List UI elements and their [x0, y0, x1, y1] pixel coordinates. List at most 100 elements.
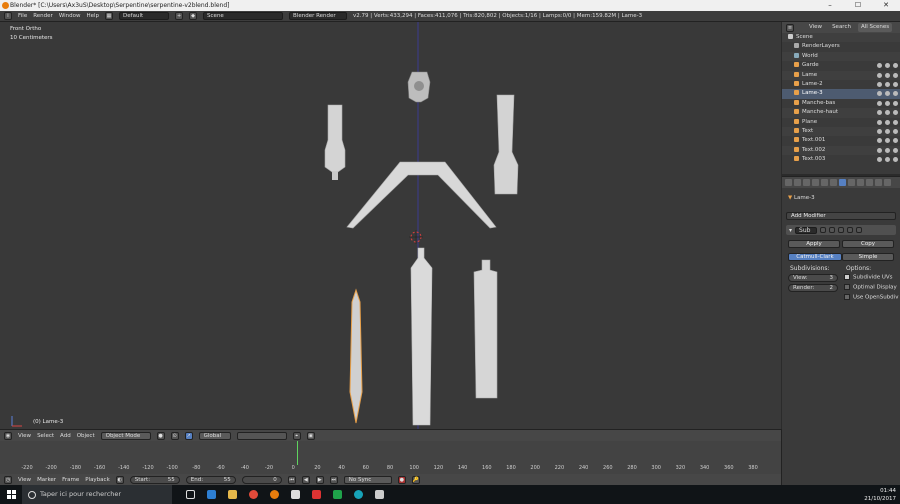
current-frame-field[interactable]: 0: [241, 475, 282, 484]
windows-start-icon[interactable]: [7, 490, 16, 499]
material-tab-icon[interactable]: [857, 179, 864, 186]
physics-tab-icon[interactable]: [884, 179, 891, 186]
visibility-toggles[interactable]: [877, 91, 898, 97]
viewport-shading-icon[interactable]: ●: [156, 431, 165, 440]
close-button[interactable]: ✕: [872, 0, 900, 11]
render-engine-selector[interactable]: Blender Render: [289, 12, 348, 20]
visibility-toggles[interactable]: [877, 138, 898, 144]
clock-time[interactable]: 01:44: [864, 487, 896, 495]
scene-icon[interactable]: ◆: [189, 12, 198, 20]
visibility-toggles[interactable]: [877, 110, 898, 116]
simple-button[interactable]: Simple: [842, 253, 894, 261]
edit-mode-toggle-icon[interactable]: [820, 227, 827, 233]
object-tab-icon[interactable]: [821, 179, 828, 186]
3d-viewport[interactable]: Front Ortho 10 Centimeters (0) Lame-3: [0, 22, 781, 429]
collapse-arrow-icon[interactable]: ▾: [789, 227, 792, 234]
outliner-tab-view[interactable]: View: [806, 23, 825, 32]
texture-tab-icon[interactable]: [866, 179, 873, 186]
manipulator-icon[interactable]: ↗: [184, 431, 193, 440]
outliner-item-text-003[interactable]: Text.003: [782, 155, 900, 164]
visibility-toggles[interactable]: [877, 128, 898, 134]
add-layout-icon[interactable]: +: [175, 12, 184, 20]
outliner-item-plane[interactable]: Plane: [782, 118, 900, 127]
outliner-item-text-002[interactable]: Text.002: [782, 145, 900, 156]
layout-selector[interactable]: Default: [119, 12, 170, 20]
world-tab-icon[interactable]: [812, 179, 819, 186]
catmull-clark-button[interactable]: Catmull-Clark: [788, 253, 842, 261]
screen-layout-icon[interactable]: ▦: [105, 12, 114, 20]
edge-browser-icon[interactable]: [207, 490, 216, 499]
move-up-icon[interactable]: [847, 227, 854, 233]
outliner-item-garde[interactable]: Garde: [782, 61, 900, 70]
layers-tab-icon[interactable]: [794, 179, 801, 186]
optimal-display-checkbox[interactable]: Optimal Display: [844, 284, 897, 292]
outliner-item-scene[interactable]: Scene: [782, 33, 900, 43]
modifier-name-field[interactable]: Sub: [795, 226, 818, 234]
visibility-toggles[interactable]: [877, 147, 898, 153]
transform-orientation-dropdown[interactable]: Global: [198, 431, 231, 440]
add-modifier-dropdown[interactable]: Add Modifier: [786, 212, 896, 220]
outliner-item-lame[interactable]: Lame: [782, 70, 900, 80]
preview-range-icon[interactable]: ◐: [115, 475, 124, 484]
outliner-tab-search[interactable]: Search: [829, 23, 854, 32]
layers-grid[interactable]: [236, 431, 287, 440]
viewport-toggle-icon[interactable]: [829, 227, 836, 233]
apply-button[interactable]: Apply: [788, 240, 840, 248]
editor-type-icon[interactable]: i: [4, 12, 12, 20]
menu-render[interactable]: Render: [33, 13, 53, 19]
outliner-editor-icon[interactable]: ≡: [786, 23, 794, 32]
snap-icon[interactable]: ⌖: [292, 431, 301, 440]
menu-select[interactable]: Select: [37, 433, 54, 439]
clock-date[interactable]: 21/10/2017: [864, 495, 896, 503]
render-preview-icon[interactable]: ▣: [306, 431, 315, 440]
render-toggle-icon[interactable]: [838, 227, 845, 233]
visibility-toggles[interactable]: [877, 157, 898, 163]
chrome-icon[interactable]: [249, 490, 258, 499]
mode-dropdown[interactable]: Object Mode: [100, 431, 151, 440]
remove-modifier-icon[interactable]: [856, 227, 863, 233]
notepad-plus-icon[interactable]: [333, 490, 342, 499]
menu-view[interactable]: View: [18, 477, 31, 483]
outliner-display-mode[interactable]: All Scenes: [857, 23, 893, 32]
sync-dropdown[interactable]: No Sync: [343, 475, 392, 484]
menu-frame[interactable]: Frame: [62, 477, 79, 483]
play-reverse-icon[interactable]: ◀: [301, 475, 310, 484]
maximize-button[interactable]: ☐: [844, 0, 872, 11]
pivot-point-icon[interactable]: ⊙: [170, 431, 179, 440]
editor-type-icon[interactable]: ◉: [4, 431, 12, 440]
constraints-tab-icon[interactable]: [830, 179, 837, 186]
menu-view[interactable]: View: [18, 433, 31, 439]
outliner-item-world[interactable]: World: [782, 51, 900, 62]
visibility-toggles[interactable]: [877, 72, 898, 78]
visibility-toggles[interactable]: [877, 119, 898, 125]
subdivide-uvs-checkbox[interactable]: Subdivide UVs: [844, 274, 893, 282]
menu-help[interactable]: Help: [87, 13, 100, 19]
outliner-item-text[interactable]: Text: [782, 126, 900, 137]
copy-button[interactable]: Copy: [842, 240, 894, 248]
visibility-toggles[interactable]: [877, 63, 898, 69]
jump-end-icon[interactable]: ⏭: [329, 475, 338, 484]
keying-set-icon[interactable]: 🔑: [411, 475, 420, 484]
menu-window[interactable]: Window: [59, 13, 81, 19]
task-view-icon[interactable]: [186, 490, 195, 499]
record-icon[interactable]: ●: [397, 475, 406, 484]
store-icon[interactable]: [291, 490, 300, 499]
menu-marker[interactable]: Marker: [37, 477, 56, 483]
menu-object[interactable]: Object: [77, 433, 95, 439]
media-app-icon[interactable]: [312, 490, 321, 499]
current-frame-line[interactable]: [297, 441, 298, 465]
app-icon[interactable]: [375, 490, 384, 499]
view-subdivisions-field[interactable]: View: 3: [788, 274, 838, 282]
particles-tab-icon[interactable]: [875, 179, 882, 186]
modifiers-tab-icon[interactable]: [839, 179, 846, 186]
taskbar-search-box[interactable]: Taper ici pour rechercher: [22, 485, 172, 504]
menu-playback[interactable]: Playback: [85, 477, 110, 483]
start-frame-field[interactable]: Start: 55: [129, 475, 180, 484]
render-subdivisions-field[interactable]: Render: 2: [788, 284, 838, 292]
data-tab-icon[interactable]: [848, 179, 855, 186]
play-icon[interactable]: ▶: [315, 475, 324, 484]
render-tab-icon[interactable]: [785, 179, 792, 186]
file-explorer-icon[interactable]: [228, 490, 237, 499]
minimize-button[interactable]: –: [816, 0, 844, 11]
outliner-item-manche-bas[interactable]: Manche-bas: [782, 99, 900, 108]
